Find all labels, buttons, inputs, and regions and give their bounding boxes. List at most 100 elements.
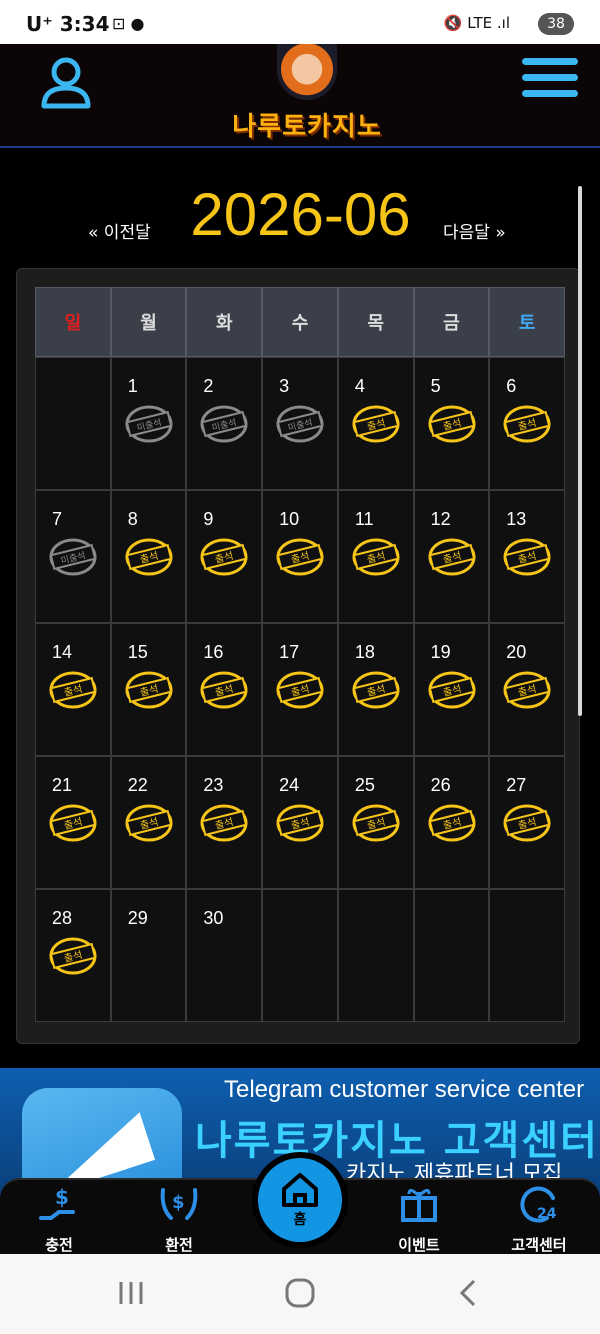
home-icon	[282, 1173, 318, 1207]
calendar-day-cell[interactable]: 21 출석	[35, 756, 111, 889]
site-logo[interactable]: 나루토카지노	[222, 44, 392, 144]
day-number: 26	[430, 775, 451, 795]
nav-withdraw-label: 환전	[165, 1236, 193, 1254]
day-number: 17	[279, 642, 300, 662]
recent-apps-icon[interactable]	[116, 1278, 146, 1308]
absent-stamp-icon: 미출석	[49, 538, 97, 576]
month-title: 2026-06	[190, 181, 411, 248]
calendar-day-cell[interactable]: 5 출석	[413, 357, 490, 490]
attended-stamp-icon: 출석	[352, 538, 400, 576]
weekday-tue: 화	[186, 287, 263, 357]
day-number: 16	[203, 642, 224, 662]
calendar-day-cell[interactable]: 8 출석	[110, 490, 187, 623]
nav-event[interactable]: 이벤트	[374, 1184, 464, 1255]
calendar-day-cell[interactable]: 19 출석	[413, 623, 490, 756]
day-number: 11	[354, 509, 374, 529]
nav-support[interactable]: 24 고객센터	[494, 1184, 584, 1255]
scrollbar[interactable]	[578, 186, 582, 716]
absent-stamp-icon: 미출석	[276, 405, 324, 443]
attended-stamp-icon: 출석	[352, 405, 400, 443]
attended-stamp-icon: 출석	[276, 538, 324, 576]
back-icon[interactable]	[456, 1278, 480, 1308]
calendar-day-cell	[35, 357, 111, 490]
status-bar: U⁺ 3:34 ⊡ ● 🔇 LTE .ıl 38	[0, 0, 600, 44]
user-icon	[41, 57, 91, 109]
attended-stamp-icon: 출석	[49, 937, 97, 975]
calendar-day-cell[interactable]: 15 출석	[110, 623, 187, 756]
calendar-day-cell[interactable]: 27 출석	[489, 756, 565, 889]
status-time: U⁺ 3:34	[26, 12, 110, 36]
home-system-icon[interactable]	[284, 1278, 316, 1308]
calendar-day-cell[interactable]: 18 출석	[337, 623, 414, 756]
calendar-day-cell	[337, 889, 414, 1022]
calendar-day-cell[interactable]: 28 출석	[35, 889, 111, 1022]
day-number: 22	[127, 775, 148, 795]
calendar-day-cell[interactable]: 7 미출석	[35, 490, 111, 623]
day-number: 5	[430, 376, 441, 396]
attended-stamp-icon: 출석	[428, 538, 476, 576]
day-number: 24	[279, 775, 300, 795]
signal-icons: 🔇 LTE .ıl	[443, 14, 510, 32]
weekday-mon: 월	[110, 287, 187, 357]
attended-stamp-icon: 출석	[200, 804, 248, 842]
calendar-day-cell[interactable]: 26 출석	[413, 756, 490, 889]
calendar-day-cell[interactable]: 6 출석	[489, 357, 565, 490]
calendar-day-cell[interactable]: 29	[110, 889, 187, 1022]
home-button-circle: 홈	[258, 1158, 342, 1242]
calendar-day-cell	[413, 889, 490, 1022]
calendar-day-cell[interactable]: 4 출석	[337, 357, 414, 490]
calendar-day-cell[interactable]: 14 출석	[35, 623, 111, 756]
day-number: 25	[354, 775, 375, 795]
nav-deposit[interactable]: $ 충전	[14, 1184, 104, 1255]
withdraw-icon: $	[160, 1188, 198, 1220]
menu-icon-bar	[522, 90, 578, 97]
calendar-day-cell[interactable]: 3 미출석	[262, 357, 338, 490]
gift-icon	[401, 1189, 437, 1222]
day-number: 20	[506, 642, 527, 662]
nav-home-label: 홈	[293, 1212, 307, 1228]
day-number: 29	[127, 908, 148, 928]
logo-text: 나루토카지노	[232, 112, 382, 142]
calendar-day-cell[interactable]: 30	[186, 889, 263, 1022]
calendar-day-cell[interactable]: 13 출석	[489, 490, 565, 623]
calendar-day-cell[interactable]: 20 출석	[489, 623, 565, 756]
calendar-day-cell[interactable]: 22 출석	[110, 756, 187, 889]
nav-withdraw[interactable]: $ 환전	[134, 1184, 224, 1255]
attended-stamp-icon: 출석	[352, 671, 400, 709]
day-number: 21	[52, 775, 73, 795]
day-number: 6	[506, 376, 517, 396]
next-month-link[interactable]: 다음달 »	[443, 218, 506, 243]
day-number: 1	[127, 376, 138, 396]
user-profile-button[interactable]	[40, 56, 92, 110]
attended-stamp-icon: 출석	[428, 671, 476, 709]
nav-support-label: 고객센터	[511, 1236, 567, 1254]
calendar-day-cell[interactable]: 17 출석	[262, 623, 338, 756]
day-number: 13	[506, 509, 527, 529]
day-number: 19	[430, 642, 451, 662]
calendar-day-cell[interactable]: 25 출석	[337, 756, 414, 889]
prev-month-link[interactable]: « 이전달	[88, 218, 151, 243]
day-number: 28	[52, 908, 73, 928]
calendar-day-cell[interactable]: 10 출석	[262, 490, 338, 623]
absent-stamp-icon: 미출석	[200, 405, 248, 443]
calendar-day-cell[interactable]: 16 출석	[186, 623, 263, 756]
calendar-day-cell[interactable]: 2 미출석	[186, 357, 263, 490]
support-24-icon: 24	[520, 1186, 557, 1223]
svg-text:$: $	[55, 1185, 69, 1209]
calendar-day-cell[interactable]: 9 출석	[186, 490, 263, 623]
hamburger-menu-button[interactable]	[522, 58, 578, 106]
calendar-day-cell[interactable]: 23 출석	[186, 756, 263, 889]
attended-stamp-icon: 출석	[125, 804, 173, 842]
calendar-day-cell[interactable]: 12 출석	[413, 490, 490, 623]
calendar-day-cell[interactable]: 24 출석	[262, 756, 338, 889]
day-number: 27	[506, 775, 527, 795]
calendar-day-cell[interactable]: 11 출석	[337, 490, 414, 623]
attended-stamp-icon: 출석	[276, 804, 324, 842]
nav-home[interactable]: 홈	[252, 1152, 348, 1248]
day-number: 9	[203, 509, 214, 529]
calendar-day-cell[interactable]: 1 미출석	[110, 357, 187, 490]
attended-stamp-icon: 출석	[276, 671, 324, 709]
svg-text:$: $	[172, 1192, 185, 1213]
weekday-wed: 수	[262, 287, 338, 357]
day-number: 14	[52, 642, 73, 662]
